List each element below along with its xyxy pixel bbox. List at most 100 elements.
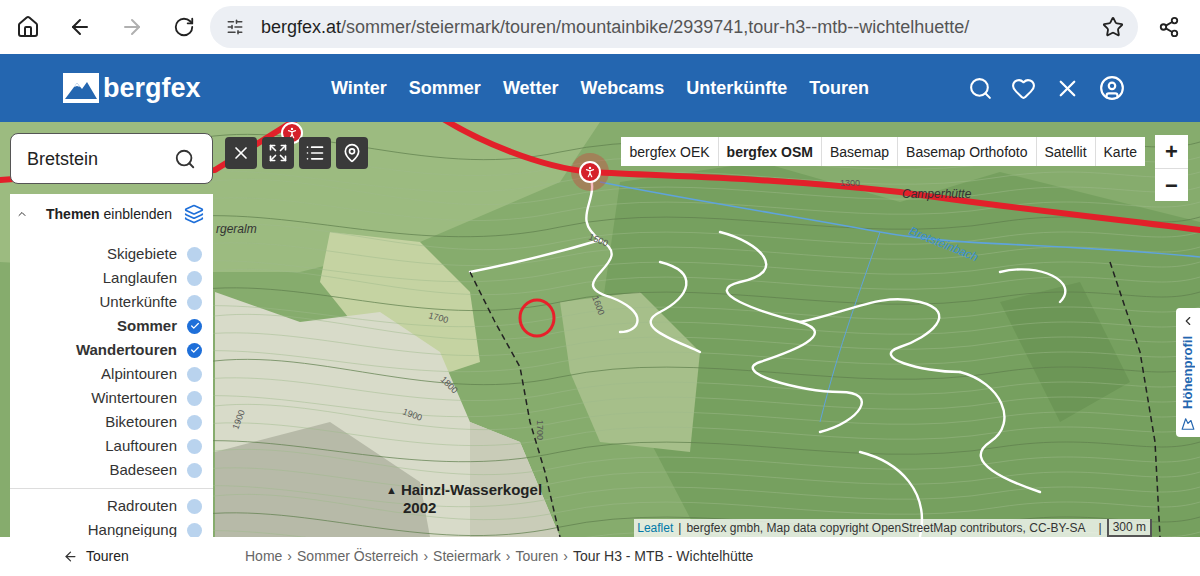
bergfex-logo-icon [63, 73, 99, 103]
location-icon [342, 143, 362, 163]
map-search-field[interactable]: Bretstein [10, 133, 213, 184]
collapse-icon [16, 208, 28, 220]
map[interactable]: rgeralm 1300 Camperhütte Bretsteinbach 1500 1… [0, 122, 1200, 537]
nav-item[interactable]: Touren [809, 76, 869, 100]
attribution: Leaflet|bergfex gmbh, Map data copyright… [634, 519, 1152, 537]
leaflet-link[interactable]: Leaflet [637, 519, 673, 537]
user-icon[interactable] [1099, 75, 1125, 101]
layer-item[interactable]: Sommer [10, 314, 213, 338]
basemap-option[interactable]: bergfex OEK [621, 137, 717, 166]
map-control-button[interactable] [299, 137, 331, 169]
map-control-button[interactable] [225, 137, 257, 169]
nav-item[interactable]: Unterkünfte [686, 76, 787, 100]
basemap-option[interactable]: bergfex OSM [718, 137, 821, 166]
map-label: 1700 [427, 310, 449, 325]
bookmark-star-icon[interactable] [1102, 16, 1124, 38]
share-button[interactable] [1138, 16, 1200, 38]
list-icon [305, 143, 325, 163]
layer-group: SkigebieteLanglaufenUnterkünfteSommerWan… [10, 242, 213, 482]
unchecked-dot-icon [187, 463, 202, 478]
map-control-button[interactable] [262, 137, 294, 169]
map-label: Camperhütte [902, 187, 972, 201]
layer-item[interactable]: Badeseen [10, 458, 213, 482]
basemap-option[interactable]: Basemap [821, 137, 897, 166]
url-text[interactable]: bergfex.at/sommer/steiermark/touren/moun… [261, 15, 1102, 39]
layer-item[interactable]: Alpintouren [10, 362, 213, 386]
main-nav: Winter Sommer Wetter Webcams Unterkünfte Tour… [331, 76, 869, 100]
unchecked-dot-icon [187, 271, 202, 286]
map-label: 1500 [587, 232, 609, 249]
layers-panel: Themen einblenden SkigebieteLanglaufenUnt… [10, 194, 213, 537]
basemap-option[interactable]: Basemap Orthofoto [897, 137, 1035, 166]
basemap-option[interactable]: Satellit [1036, 137, 1095, 166]
checked-dot-icon [187, 343, 202, 358]
breadcrumb-item[interactable]: Sommer Österreich [297, 546, 418, 567]
profile-icon [1181, 417, 1195, 431]
close-icon [231, 143, 251, 163]
unchecked-dot-icon [187, 415, 202, 430]
forward-icon [120, 15, 144, 39]
layer-item[interactable]: Radrouten [10, 494, 213, 518]
peak-label: ▲Hainzl-Wasserkogel2002 [386, 481, 542, 517]
search-icon[interactable] [174, 148, 196, 170]
elevation-profile-tab[interactable]: Höhenprofil [1176, 308, 1200, 437]
basemap-option[interactable]: Karte [1095, 137, 1145, 166]
unchecked-dot-icon [187, 247, 202, 262]
address-bar[interactable]: bergfex.at/sommer/steiermark/touren/moun… [210, 6, 1138, 48]
unchecked-dot-icon [187, 499, 202, 514]
nav-item[interactable]: Wetter [503, 76, 559, 100]
layers-icon [184, 204, 204, 224]
breadcrumb-bar: TourenHome›Sommer Österreich›Steiermark›… [0, 537, 1200, 576]
reload-icon [173, 16, 195, 38]
search-icon[interactable] [968, 76, 993, 101]
expand-icon [1181, 314, 1195, 328]
browser-window: bergfex.at/sommer/steiermark/touren/moun… [0, 0, 1200, 576]
layer-item[interactable]: Biketouren [10, 410, 213, 434]
zoom-control: +− [1155, 135, 1188, 201]
heart-icon[interactable] [1011, 76, 1036, 101]
breadcrumb-item[interactable]: Touren [515, 546, 558, 567]
layers-panel-header[interactable]: Themen einblenden [10, 194, 213, 234]
breadcrumb: Home›Sommer Österreich›Steiermark›Touren… [245, 546, 753, 567]
layer-item[interactable]: Lauftouren [10, 434, 213, 458]
back-icon [68, 15, 92, 39]
unchecked-dot-icon [187, 367, 202, 382]
map-label: 1800 [439, 374, 460, 395]
header-actions [968, 75, 1125, 102]
breadcrumb-item[interactable]: Steiermark [433, 546, 501, 567]
home-button[interactable] [2, 15, 54, 39]
basemap-switch: bergfex OEKbergfex OSMBasemapBasemap Ort… [621, 137, 1145, 166]
logo[interactable]: bergfex [63, 72, 331, 104]
close-icon[interactable] [1054, 75, 1081, 102]
map-control-button[interactable] [336, 137, 368, 169]
back-button[interactable] [54, 15, 106, 39]
layer-item[interactable]: Hangneigung [10, 518, 213, 537]
share-icon [1158, 16, 1180, 38]
map-label: rgeralm [216, 222, 257, 236]
breadcrumb-item: Tour H3 - MTB - Wichtelhütte [573, 546, 754, 567]
map-controls [225, 137, 368, 169]
nav-item[interactable]: Webcams [581, 76, 665, 100]
back-link[interactable]: Touren [63, 546, 245, 567]
nav-item[interactable]: Winter [331, 76, 387, 100]
tour-pin-halo[interactable] [571, 153, 609, 191]
nav-item[interactable]: Sommer [409, 76, 481, 100]
zoom-out-button[interactable]: − [1155, 168, 1188, 201]
forward-button[interactable] [106, 15, 158, 39]
layer-item[interactable]: Wandertouren [10, 338, 213, 362]
breadcrumb-item[interactable]: Home [245, 546, 282, 567]
map-label: 1300 [840, 178, 860, 188]
layer-item[interactable]: Wintertouren [10, 386, 213, 410]
site-settings-icon[interactable] [226, 18, 244, 36]
layer-item[interactable]: Langlaufen [10, 266, 213, 290]
unchecked-dot-icon [187, 295, 202, 310]
map-label: Bretsteinbach [907, 224, 981, 265]
home-icon [16, 15, 40, 39]
zoom-in-button[interactable]: + [1155, 135, 1188, 168]
reload-button[interactable] [158, 16, 210, 38]
layer-item[interactable]: Unterkünfte [10, 290, 213, 314]
layer-group: RadroutenHangneigung [10, 488, 213, 537]
browser-toolbar: bergfex.at/sommer/steiermark/touren/moun… [0, 0, 1200, 54]
layer-item[interactable]: Skigebiete [10, 242, 213, 266]
unchecked-dot-icon [187, 391, 202, 406]
